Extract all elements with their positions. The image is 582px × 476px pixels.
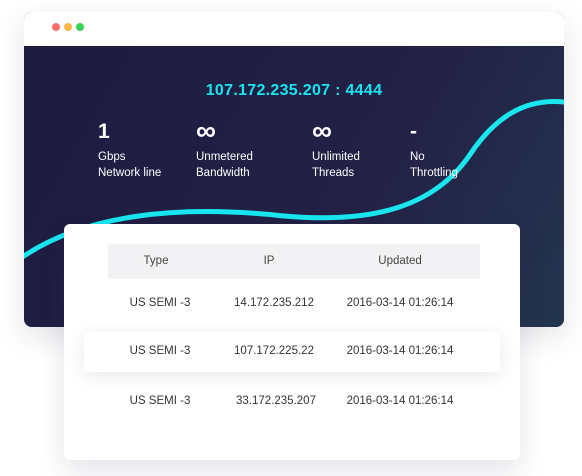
maximize-window-dot[interactable] xyxy=(76,23,84,31)
table-row[interactable]: US SEMI -3 107.172.225.22 2016-03-14 01:… xyxy=(84,332,500,372)
cell-updated: 2016-03-14 01:26:14 xyxy=(346,345,454,357)
column-header-updated: Updated xyxy=(378,255,422,267)
stat-label: No Throttling xyxy=(410,149,458,181)
cell-ip: 14.172.235.212 xyxy=(234,297,314,309)
column-header-ip: IP xyxy=(263,255,275,267)
stat-value: - xyxy=(410,120,417,143)
stat-label-line1: Unmetered xyxy=(196,151,253,163)
stat-label: Gbps Network line xyxy=(98,149,161,181)
stat-label-line1: No xyxy=(410,151,425,163)
proxy-table-card: Type IP Updated US SEMI -3 14.172.235.21… xyxy=(64,224,520,460)
infinity-icon: ∞ xyxy=(196,115,216,146)
stat-value: 1 xyxy=(98,120,110,143)
stat-label-line1: Gbps xyxy=(98,151,126,163)
cell-type: US SEMI -3 xyxy=(129,345,191,357)
cell-updated: 2016-03-14 01:26:14 xyxy=(346,297,454,309)
stat-threads: ∞ Unlimited Threads xyxy=(312,115,360,181)
stage: 107.172.235.207 : 4444 1 Gbps Network li… xyxy=(0,0,582,476)
stat-label-line1: Unlimited xyxy=(312,151,360,163)
stat-label-line2: Threads xyxy=(312,167,355,179)
window-titlebar xyxy=(24,12,564,46)
infinity-icon: ∞ xyxy=(312,115,332,146)
stat-label: Unmetered Bandwidth xyxy=(196,149,253,181)
cell-updated: 2016-03-14 01:26:14 xyxy=(346,395,454,407)
stat-label-line2: Bandwidth xyxy=(196,167,250,179)
cell-ip: 107.172.225.22 xyxy=(234,345,314,357)
table-row[interactable]: US SEMI -3 33.172.235.207 2016-03-14 01:… xyxy=(64,382,520,422)
cell-ip: 33.172.235.207 xyxy=(236,395,316,407)
stat-network-line: 1 Gbps Network line xyxy=(98,119,161,181)
minimize-window-dot[interactable] xyxy=(64,23,72,31)
close-window-dot[interactable] xyxy=(52,23,60,31)
cell-type: US SEMI -3 xyxy=(129,297,191,309)
table-row[interactable]: US SEMI -3 14.172.235.212 2016-03-14 01:… xyxy=(64,284,520,324)
stat-label: Unlimited Threads xyxy=(312,149,360,181)
stat-bandwidth: ∞ Unmetered Bandwidth xyxy=(196,115,253,181)
stat-label-line2: Throttling xyxy=(410,167,458,179)
stat-throttling: - No Throttling xyxy=(410,119,458,181)
table-header: Type IP Updated xyxy=(108,244,480,279)
stat-label-line2: Network line xyxy=(98,167,162,179)
column-header-type: Type xyxy=(143,255,169,267)
cell-type: US SEMI -3 xyxy=(129,395,191,407)
proxy-ip-port: 107.172.235.207 : 4444 xyxy=(205,82,383,99)
